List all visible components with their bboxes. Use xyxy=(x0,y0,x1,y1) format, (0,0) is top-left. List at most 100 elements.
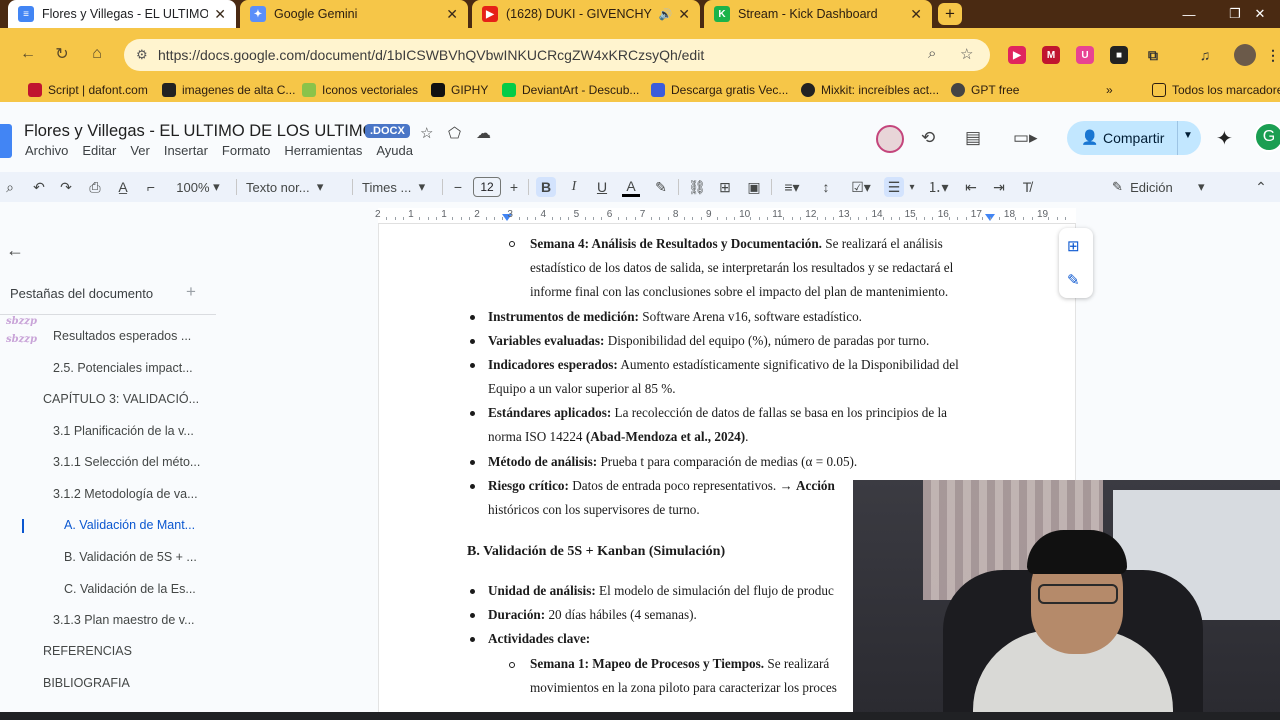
outline-item[interactable]: 3.1 Planificación de la v... xyxy=(53,424,194,438)
profile-avatar[interactable] xyxy=(1234,44,1256,66)
tab-gemini[interactable]: ✦ Google Gemini ✕ xyxy=(240,0,468,28)
menu-insertar[interactable]: Insertar xyxy=(164,143,208,158)
font-size-decrease-icon[interactable]: − xyxy=(450,177,466,197)
link-icon[interactable]: ⛓ xyxy=(688,177,706,197)
bookmark-item[interactable]: GPT free xyxy=(951,83,1019,97)
suggest-edit-icon[interactable]: ✎ xyxy=(1067,271,1080,289)
menu-editar[interactable]: Editar xyxy=(82,143,116,158)
search-icon[interactable]: ⌕ xyxy=(2,177,18,197)
close-icon[interactable]: ✕ xyxy=(910,6,922,23)
outline-item[interactable]: B. Validación de 5S + ... xyxy=(64,550,197,564)
outline-item[interactable]: REFERENCIAS xyxy=(43,644,132,658)
add-comment-icon[interactable]: ⊞ xyxy=(716,177,734,197)
italic-icon[interactable]: I xyxy=(565,177,583,197)
close-icon[interactable]: ✕ xyxy=(214,6,226,23)
tab-youtube[interactable]: ▶ (1628) DUKI - GIVENCHY (V 🔊 ✕ xyxy=(472,0,700,28)
font-select[interactable]: Times ... ▾ xyxy=(362,177,434,197)
image-icon[interactable]: ▣ xyxy=(745,177,763,197)
new-tab-button[interactable]: + xyxy=(938,3,962,25)
media-icon[interactable]: ♫ xyxy=(1196,46,1214,64)
bookmark-item[interactable]: imagenes de alta C... xyxy=(162,83,295,97)
menu-ayuda[interactable]: Ayuda xyxy=(376,143,413,158)
puzzle-icon[interactable]: ⧉ xyxy=(1144,46,1162,64)
outline-item[interactable]: C. Validación de la Es... xyxy=(64,582,196,596)
comments-icon[interactable]: ▤ xyxy=(965,128,981,148)
spellcheck-icon[interactable]: A̲ xyxy=(114,177,132,197)
bookmark-item[interactable]: Descarga gratis Vec... xyxy=(651,83,788,97)
menu-ver[interactable]: Ver xyxy=(130,143,150,158)
window-close-icon[interactable]: ✕ xyxy=(1240,0,1280,28)
reload-icon[interactable]: ↻ xyxy=(50,42,74,66)
tab-docs[interactable]: ≡ Flores y Villegas - EL ULTIMO D ✕ xyxy=(8,0,236,28)
star-icon[interactable]: ☆ xyxy=(420,124,433,142)
extension-icon[interactable]: ▶ xyxy=(1008,46,1026,64)
ruler[interactable]: 2 1 1 2 3 4 5 6 7 8 9 10 11 12 13 14 15 16 17 18 19 xyxy=(375,208,1076,224)
style-select[interactable]: Texto nor... ▾ xyxy=(246,177,342,197)
close-icon[interactable]: ✕ xyxy=(446,6,458,23)
site-info-icon[interactable]: ⚙ xyxy=(136,47,148,63)
undo-icon[interactable]: ↶ xyxy=(30,177,48,197)
menu-archivo[interactable]: Archivo xyxy=(25,143,68,158)
back-arrow-icon[interactable]: ← xyxy=(6,240,24,261)
docs-logo-icon[interactable] xyxy=(0,124,12,158)
add-comment-icon[interactable]: ⊞ xyxy=(1067,237,1080,255)
zoom-select[interactable]: 100% ▾ xyxy=(170,177,226,197)
bookmark-item[interactable]: GIPHY xyxy=(431,83,488,97)
close-icon[interactable]: ✕ xyxy=(678,6,690,23)
outline-item[interactable]: Resultados esperados ... xyxy=(53,329,191,343)
chevron-down-icon[interactable]: ▼ xyxy=(1183,130,1193,141)
line-spacing-icon[interactable]: ↕ xyxy=(817,177,835,197)
outline-item[interactable]: 3.1.3 Plan maestro de v... xyxy=(53,613,195,627)
history-icon[interactable]: ⟲ xyxy=(921,128,935,148)
minimize-icon[interactable]: — xyxy=(1166,0,1212,28)
checklist-icon[interactable]: ☑▾ xyxy=(846,177,876,197)
paint-format-icon[interactable]: ⌐ xyxy=(142,177,160,197)
print-icon[interactable]: ⎙ xyxy=(86,177,104,197)
document-title[interactable]: Flores y Villegas - EL ULTIMO DE LOS ULT… xyxy=(24,122,386,141)
outline-item[interactable]: 2.5. Potenciales impact... xyxy=(53,361,193,375)
bookmark-item[interactable]: Script | dafont.com xyxy=(28,83,148,97)
address-bar[interactable]: ⚙ https://docs.google.com/document/d/1bI… xyxy=(124,39,990,71)
outline-item[interactable]: CAPÍTULO 3: VALIDACIÓ... xyxy=(43,392,199,406)
chevron-down-icon[interactable]: ▾ xyxy=(906,177,918,197)
highlight-icon[interactable]: ✎ xyxy=(652,177,670,197)
bulleted-list-icon[interactable]: ☰ xyxy=(884,177,904,197)
numbered-list-icon[interactable]: ⒈▾ xyxy=(923,177,953,197)
bookmark-item[interactable]: Mixkit: increíbles act... xyxy=(801,83,939,97)
decrease-indent-icon[interactable]: ⇤ xyxy=(962,177,980,197)
home-icon[interactable]: ⌂ xyxy=(85,42,109,66)
bookmark-item[interactable]: DeviantArt - Descub... xyxy=(502,83,639,97)
bold-icon[interactable]: B xyxy=(536,177,556,197)
shield-extension-icon[interactable]: U xyxy=(1076,46,1094,64)
cloud-status-icon[interactable]: ☁ xyxy=(476,124,491,142)
outline-item[interactable]: 3.1.1 Selección del méto... xyxy=(53,455,200,469)
menu-icon[interactable]: ⋮ xyxy=(1264,46,1280,64)
editing-mode-select[interactable]: ✎ Edición ▾ xyxy=(1112,177,1228,197)
redo-icon[interactable]: ↷ xyxy=(57,177,75,197)
font-size-input[interactable]: 12 xyxy=(473,177,501,197)
tab-kick[interactable]: K Stream - Kick Dashboard ✕ xyxy=(704,0,932,28)
menu-herramientas[interactable]: Herramientas xyxy=(284,143,362,158)
bookmark-star-icon[interactable]: ☆ xyxy=(960,45,973,63)
add-tab-icon[interactable]: + xyxy=(186,282,196,302)
account-avatar[interactable]: G xyxy=(1254,122,1280,152)
all-bookmarks[interactable]: Todos los marcadores xyxy=(1152,83,1280,97)
move-icon[interactable]: ⬠ xyxy=(448,124,461,142)
share-button[interactable]: 👤 Compartir ▼ xyxy=(1067,121,1201,155)
increase-indent-icon[interactable]: ⇥ xyxy=(990,177,1008,197)
align-icon[interactable]: ≡▾ xyxy=(778,177,806,197)
clear-formatting-icon[interactable]: T̸ xyxy=(1018,177,1036,197)
outline-item-active[interactable]: A. Validación de Mant... xyxy=(64,518,195,532)
collaborator-avatar[interactable] xyxy=(876,125,904,153)
outline-item[interactable]: 3.1.2 Metodología de va... xyxy=(53,487,198,501)
meet-icon[interactable]: ▭▸ xyxy=(1013,128,1038,148)
menu-formato[interactable]: Formato xyxy=(222,143,270,158)
gemini-icon[interactable]: ✦ xyxy=(1216,126,1233,151)
outline-item[interactable]: BIBLIOGRAFIA xyxy=(43,676,130,690)
zoom-icon[interactable]: ⌕ xyxy=(928,45,936,62)
extension-icon[interactable]: M xyxy=(1042,46,1060,64)
speaker-icon[interactable]: 🔊 xyxy=(659,8,673,21)
bookmarks-overflow-icon[interactable]: » xyxy=(1106,83,1113,97)
extension-icon[interactable]: ■ xyxy=(1110,46,1128,64)
underline-icon[interactable]: U xyxy=(593,177,611,197)
